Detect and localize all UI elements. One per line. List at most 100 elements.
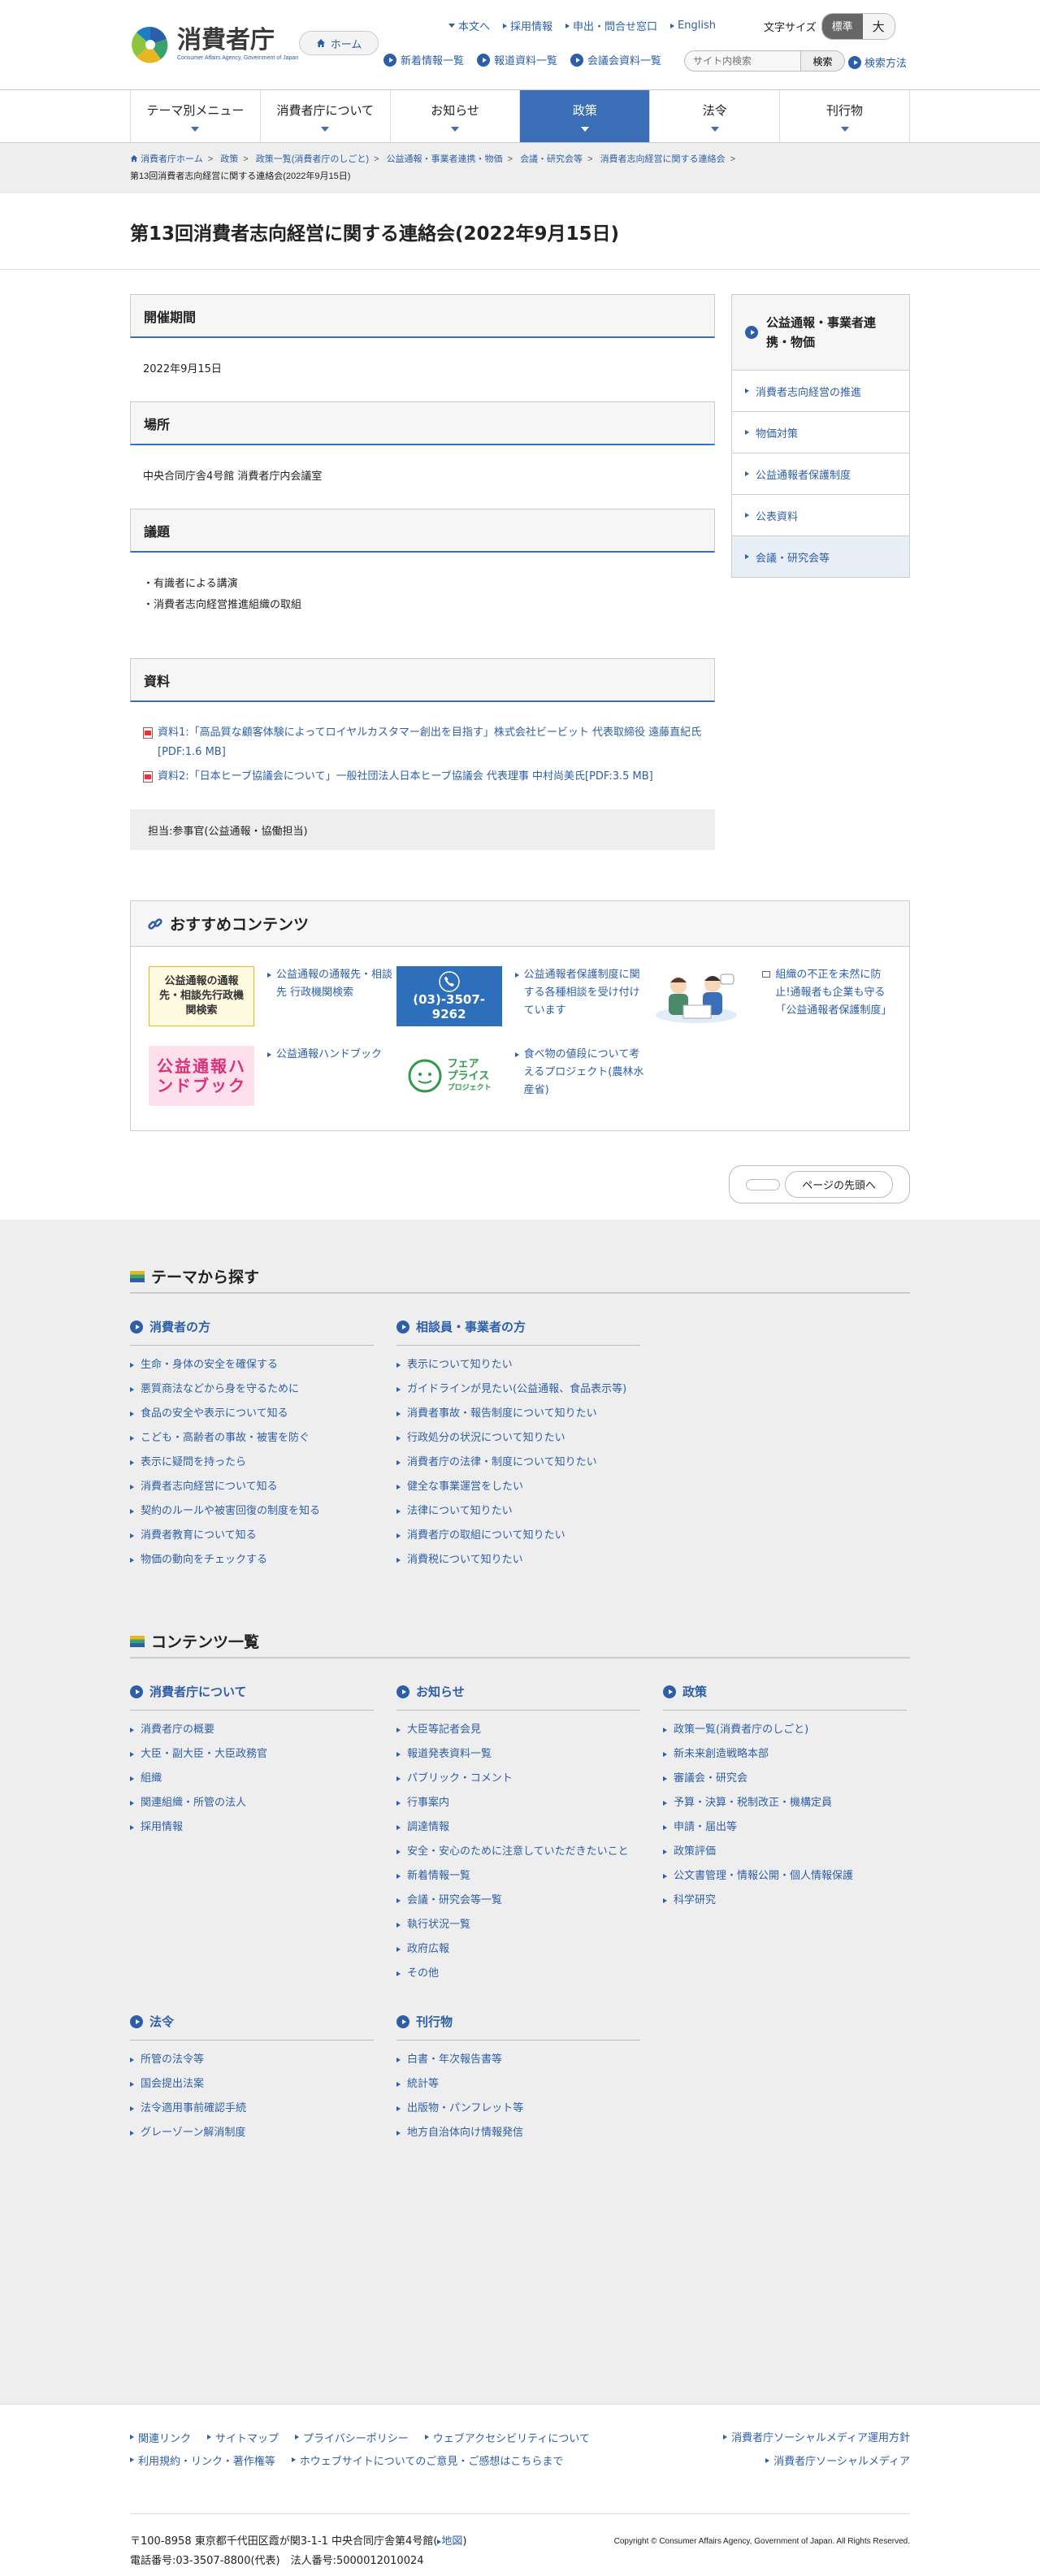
reco-item[interactable]: 公益通報ハンドブック 公益通報ハンドブック bbox=[149, 1046, 396, 1111]
reco-link[interactable]: 組織の不正を未然に防止!通報者も企業も守る「公益通報者保護制度」 bbox=[775, 966, 891, 1020]
footer-link[interactable]: 審議会・研究会 bbox=[663, 1771, 907, 1787]
sublink-meetings[interactable]: 会議会資料一覧 bbox=[570, 52, 661, 67]
toplink-english[interactable]: English bbox=[670, 20, 716, 32]
gnav-about[interactable]: 消費者庁について bbox=[261, 90, 391, 142]
footer-link[interactable]: グレーゾーン解消制度 bbox=[130, 2125, 374, 2141]
footer-link[interactable]: こども・高齢者の事故・被害を防ぐ bbox=[130, 1430, 374, 1446]
footer-link[interactable]: 消費者事故・報告制度について知りたい bbox=[396, 1406, 640, 1422]
to-top-button[interactable]: ページの先頭へ bbox=[729, 1165, 910, 1203]
footer-link[interactable]: 会議・研究会等一覧 bbox=[396, 1893, 640, 1909]
footer-link[interactable]: 生命・身体の安全を確保する bbox=[130, 1357, 374, 1373]
gnav-laws[interactable]: 法令 bbox=[650, 90, 781, 142]
footer-link[interactable]: 政策一覧(消費者庁のしごと) bbox=[663, 1722, 907, 1738]
footer-link[interactable]: 関連組織・所管の法人 bbox=[130, 1795, 374, 1811]
sidebar-item-meetings[interactable]: 会議・研究会等 bbox=[731, 536, 910, 578]
footer-link[interactable]: 行事案内 bbox=[396, 1795, 640, 1811]
breadcrumb-link[interactable]: 消費者庁ホーム bbox=[141, 154, 203, 164]
gnav-news[interactable]: お知らせ bbox=[391, 90, 521, 142]
footer-link[interactable]: 行政処分の状況について知りたい bbox=[396, 1430, 640, 1446]
col-heading[interactable]: 消費者庁について bbox=[130, 1683, 374, 1711]
footer-link[interactable]: 新未来創造戦略本部 bbox=[663, 1746, 907, 1763]
footer-link[interactable]: 悪質商法などから身を守るために bbox=[130, 1381, 374, 1398]
footer-bottom-link[interactable]: ホウェブサイトについてのご意見・ご感想はこちらまで bbox=[291, 2452, 563, 2468]
footer-link[interactable]: 採用情報 bbox=[130, 1819, 374, 1836]
footer-link[interactable]: 食品の安全や表示について知る bbox=[130, 1406, 374, 1422]
footer-link[interactable]: 物価の動向をチェックする bbox=[130, 1552, 374, 1568]
footer-link[interactable]: 消費税について知りたい bbox=[396, 1552, 640, 1568]
doc-link[interactable]: 資料1:「高品質な顧客体験によってロイヤルカスタマー創出を目指す」株式会社ビービ… bbox=[158, 723, 702, 762]
footer-link[interactable]: 安全・安心のために注意していただきたいこと bbox=[396, 1844, 640, 1860]
footer-link[interactable]: 健全な事業運営をしたい bbox=[396, 1479, 640, 1495]
doc-link[interactable]: 資料2:「日本ヒーブ協議会について」一般社団法人日本ヒーブ協議会 代表理事 中村… bbox=[158, 767, 653, 787]
sidebar-item-publications[interactable]: 公表資料 bbox=[731, 495, 910, 536]
search-input[interactable] bbox=[684, 50, 801, 72]
breadcrumb-link[interactable]: 公益通報・事業者連携・物価 bbox=[387, 154, 503, 164]
breadcrumb-link[interactable]: 会議・研究会等 bbox=[520, 154, 583, 164]
footer-link[interactable]: 白書・年次報告書等 bbox=[396, 2052, 640, 2068]
reco-item[interactable]: フェア プライス プロジェクト 食べ物の値段について考えるプロジェクト(農林水産省) bbox=[396, 1046, 644, 1111]
footer-link[interactable]: 調達情報 bbox=[396, 1819, 640, 1836]
toplink-contact[interactable]: 申出・問合せ窓口 bbox=[566, 18, 657, 33]
footer-link[interactable]: 統計等 bbox=[396, 2076, 640, 2092]
footer-link[interactable]: その他 bbox=[396, 1966, 640, 1982]
gnav-policy[interactable]: 政策 bbox=[520, 90, 651, 142]
footer-link[interactable]: 法律について知りたい bbox=[396, 1503, 640, 1520]
sidebar-item-whistleblower[interactable]: 公益通報者保護制度 bbox=[731, 453, 910, 495]
footer-link[interactable]: 消費者教育について知る bbox=[130, 1528, 374, 1544]
footer-link[interactable]: 消費者庁の概要 bbox=[130, 1722, 374, 1738]
footer-link[interactable]: 地方自治体向け情報発信 bbox=[396, 2125, 640, 2141]
footer-link[interactable]: 予算・決算・税制改正・機構定員 bbox=[663, 1795, 907, 1811]
home-button[interactable]: ホーム bbox=[299, 31, 379, 55]
gnav-publications[interactable]: 刊行物 bbox=[780, 90, 910, 142]
breadcrumb-link[interactable]: 消費者志向経営に関する連絡会 bbox=[600, 154, 726, 164]
footer-bottom-link[interactable]: 関連リンク bbox=[130, 2429, 191, 2445]
sublink-news[interactable]: 新着情報一覧 bbox=[384, 52, 464, 67]
footer-link[interactable]: 消費者志向経営について知る bbox=[130, 1479, 374, 1495]
col-heading[interactable]: お知らせ bbox=[396, 1683, 640, 1711]
col-heading[interactable]: 相談員・事業者の方 bbox=[396, 1318, 640, 1346]
footer-link[interactable]: 報道発表資料一覧 bbox=[396, 1746, 640, 1763]
reco-item[interactable]: 組織の不正を未然に防止!通報者も企業も守る「公益通報者保護制度」 bbox=[644, 966, 891, 1031]
font-size-large-button[interactable]: 大 bbox=[862, 14, 895, 39]
footer-link[interactable]: ガイドラインが見たい(公益通報、食品表示等) bbox=[396, 1381, 640, 1398]
reco-item[interactable]: (03)-3507-9262 公益通報者保護制度に関する各種相談を受け付けていま… bbox=[396, 966, 644, 1031]
footer-link[interactable]: 政策評価 bbox=[663, 1844, 907, 1860]
footer-link[interactable]: 国会提出法案 bbox=[130, 2076, 374, 2092]
reco-item[interactable]: 公益通報の通報先・相談先行政機関検索 公益通報の通報先・相談先 行政機関検索 bbox=[149, 966, 396, 1031]
reco-link[interactable]: 公益通報の通報先・相談先 行政機関検索 bbox=[276, 966, 396, 1002]
footer-link[interactable]: 公文書管理・情報公開・個人情報保護 bbox=[663, 1868, 907, 1884]
col-heading[interactable]: 消費者の方 bbox=[130, 1318, 374, 1346]
site-logo[interactable]: 消費者庁 Consumer Affairs Agency, Government… bbox=[130, 24, 298, 65]
footer-link[interactable]: 申請・届出等 bbox=[663, 1819, 907, 1836]
col-heading[interactable]: 政策 bbox=[663, 1683, 907, 1711]
search-help-link[interactable]: 検索方法 bbox=[848, 54, 907, 70]
footer-link[interactable]: 契約のルールや被害回復の制度を知る bbox=[130, 1503, 374, 1520]
footer-link[interactable]: 消費者庁の法律・制度について知りたい bbox=[396, 1455, 640, 1471]
footer-social-link[interactable]: 消費者庁ソーシャルメディア bbox=[765, 2452, 910, 2468]
footer-link[interactable]: 政府広報 bbox=[396, 1941, 640, 1958]
footer-bottom-link[interactable]: 利用規約・リンク・著作権等 bbox=[130, 2452, 275, 2468]
breadcrumb-link[interactable]: 政策一覧(消費者庁のしごと) bbox=[256, 154, 369, 164]
footer-bottom-link[interactable]: プライバシーポリシー bbox=[295, 2429, 409, 2445]
footer-link[interactable]: 新着情報一覧 bbox=[396, 1868, 640, 1884]
col-heading[interactable]: 刊行物 bbox=[396, 2013, 640, 2040]
toplink-recruit[interactable]: 採用情報 bbox=[503, 18, 552, 33]
sublink-press[interactable]: 報道資料一覧 bbox=[477, 52, 557, 67]
gnav-theme-menu[interactable]: テーマ別メニュー bbox=[131, 90, 261, 142]
sidebar-item-price[interactable]: 物価対策 bbox=[731, 412, 910, 453]
font-size-standard-button[interactable]: 標準 bbox=[821, 14, 863, 39]
footer-bottom-link[interactable]: サイトマップ bbox=[207, 2429, 279, 2445]
footer-link[interactable]: 大臣等記者会見 bbox=[396, 1722, 640, 1738]
col-heading[interactable]: 法令 bbox=[130, 2013, 374, 2040]
footer-link[interactable]: 組織 bbox=[130, 1771, 374, 1787]
reco-link[interactable]: 公益通報者保護制度に関する各種相談を受け付けています bbox=[524, 966, 644, 1020]
footer-social-policy-link[interactable]: 消費者庁ソーシャルメディア運用方針 bbox=[723, 2429, 910, 2444]
footer-link[interactable]: 所管の法令等 bbox=[130, 2052, 374, 2068]
search-button[interactable]: 検索 bbox=[801, 50, 845, 72]
footer-link[interactable]: 出版物・パンフレット等 bbox=[396, 2101, 640, 2117]
sidebar-heading[interactable]: 公益通報・事業者連携・物価 bbox=[731, 294, 910, 371]
footer-link[interactable]: パブリック・コメント bbox=[396, 1771, 640, 1787]
footer-link[interactable]: 執行状況一覧 bbox=[396, 1917, 640, 1933]
sidebar-item-consumer-oriented[interactable]: 消費者志向経営の推進 bbox=[731, 371, 910, 412]
map-link[interactable]: 地図 bbox=[441, 2535, 462, 2548]
